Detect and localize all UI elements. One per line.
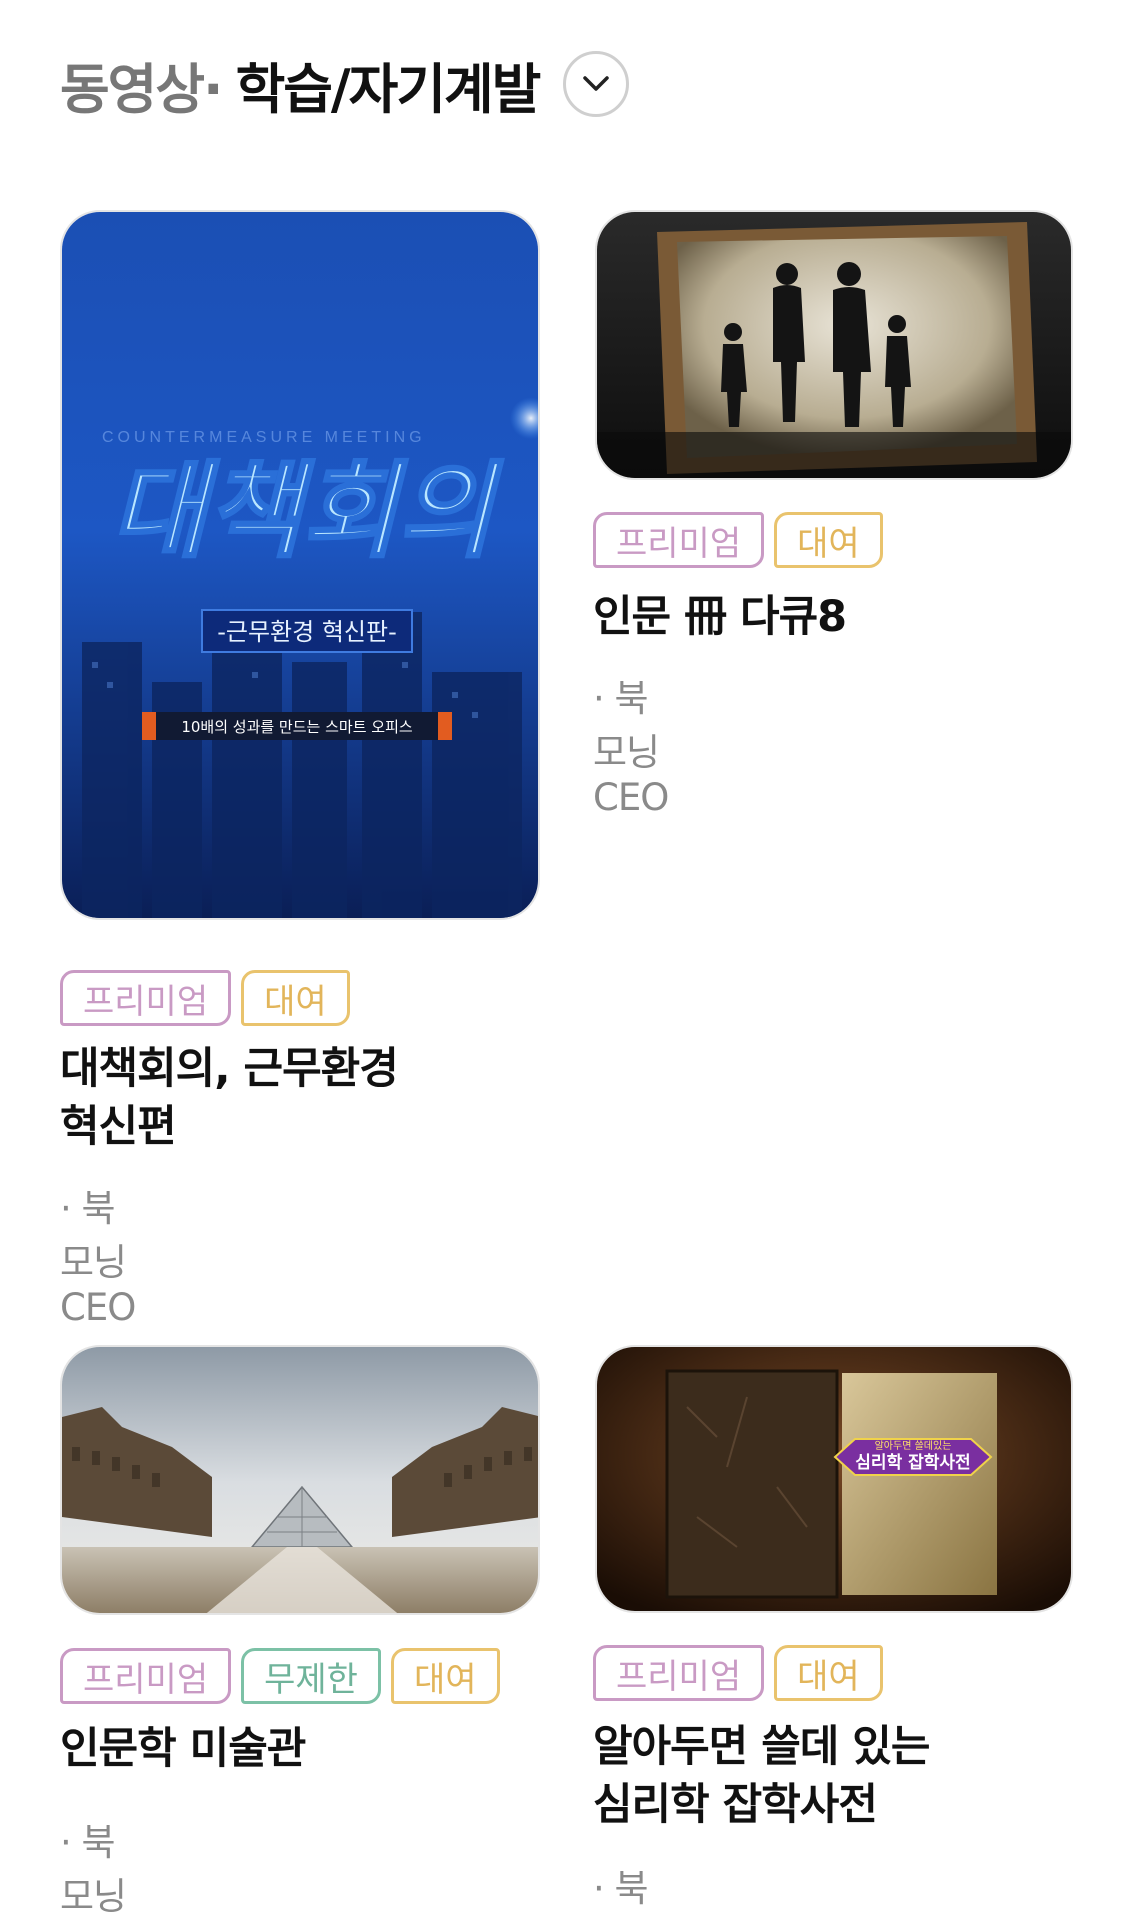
thumbnail-4-small-text: 알아두면 쓸데있는 — [875, 1440, 952, 1452]
thumbnail-1-caption: 10배의 성과를 만드는 스마트 오피스 — [181, 718, 413, 736]
content-title-1-line1: 대책회의, 근무환경 — [60, 1044, 399, 1094]
thumbnail-1-subtitle: -근무환경 혁신판- — [217, 618, 397, 646]
content-title-2[interactable]: 인문 冊 다큐8 — [593, 588, 1073, 646]
premium-badge: 프리미엄 — [593, 512, 765, 568]
thumbnail-1-title: 대책회의 — [111, 450, 504, 572]
thumbnail-4-main-text: 심리학 잡학사전 — [855, 1453, 970, 1473]
unlimited-badge: 무제한 — [241, 1648, 381, 1704]
badge-group-1: 프리미엄 대여 — [60, 970, 350, 1026]
rental-badge: 대여 — [241, 970, 350, 1026]
badge-group-2: 프리미엄 대여 — [593, 512, 883, 568]
premium-badge: 프리미엄 — [593, 1645, 765, 1701]
content-author-4: · 북모닝CEO — [593, 1867, 649, 1910]
premium-badge: 프리미엄 — [60, 970, 232, 1026]
content-title-4[interactable]: 알아두면 쓸데 있는 심리학 잡학사전 — [593, 1718, 1073, 1834]
content-author-3: · 북모닝CEO — [60, 1821, 127, 1918]
thumbnail-3[interactable] — [60, 1345, 540, 1615]
content-title-4-line1: 알아두면 쓸데 있는 — [593, 1722, 930, 1772]
badge-group-4: 프리미엄 대여 — [593, 1645, 883, 1701]
thumbnail-1[interactable]: COUNTERMEASURE MEETING 대책회의 -근무환경 혁신판- 1… — [60, 210, 540, 920]
rental-badge: 대여 — [390, 1648, 500, 1704]
thumbnail-2[interactable] — [595, 210, 1073, 480]
content-author-1: · 북모닝CEO — [60, 1187, 136, 1329]
section-title[interactable]: 학습/자기계발 — [236, 45, 542, 124]
content-title-4-line2: 심리학 잡학사전 — [593, 1780, 878, 1830]
thumbnail-4[interactable]: 알아두면 쓸데있는 심리학 잡학사전 — [595, 1345, 1073, 1613]
rental-badge: 대여 — [774, 512, 883, 568]
rental-badge: 대여 — [774, 1645, 883, 1701]
content-title-3[interactable]: 인문학 미술관 — [60, 1720, 540, 1778]
premium-badge: 프리미엄 — [60, 1648, 232, 1704]
content-author-2: · 북모닝CEO — [593, 677, 669, 819]
content-title-1[interactable]: 대책회의, 근무환경 혁신편 — [60, 1040, 530, 1156]
section-header: 동영상· 학습/자기계발 — [60, 48, 630, 121]
badge-group-3: 프리미엄 무제한 대여 — [60, 1648, 500, 1704]
content-title-1-line2: 혁신편 — [60, 1102, 177, 1152]
thumbnail-1-en-text: COUNTERMEASURE MEETING — [102, 429, 426, 446]
chevron-down-icon — [583, 76, 610, 91]
category-dropdown-button[interactable] — [563, 51, 630, 117]
section-category: 동영상· — [60, 57, 224, 121]
